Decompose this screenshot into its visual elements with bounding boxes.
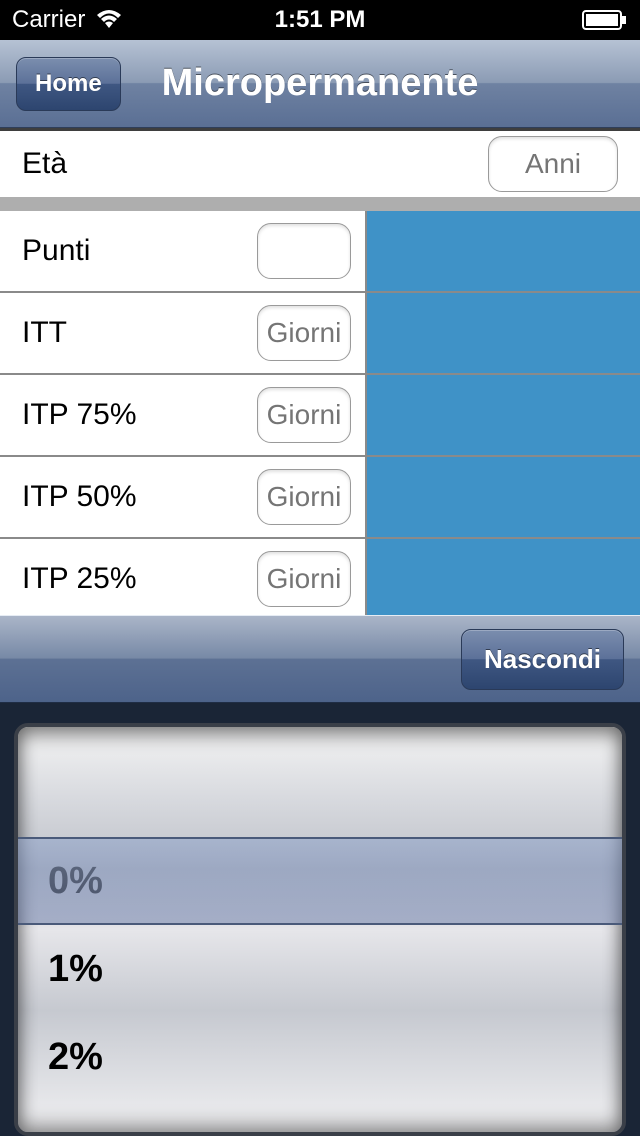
itp50-input[interactable] xyxy=(257,469,351,525)
eta-input[interactable] xyxy=(488,136,618,192)
itp75-label: ITP 75% xyxy=(22,398,137,432)
picker-wheel[interactable]: 0% 1% 2% xyxy=(14,723,626,1136)
status-bar: Carrier 1:51 PM xyxy=(0,0,640,40)
status-left: Carrier xyxy=(12,6,123,34)
itp50-value-cell xyxy=(365,457,640,537)
eta-label: Età xyxy=(22,147,67,181)
itp25-input[interactable] xyxy=(257,551,351,607)
punti-value-cell xyxy=(365,211,640,291)
row-itt: ITT xyxy=(0,293,640,375)
content-area[interactable]: Età Punti ITT ITP 75% ITP 50% xyxy=(0,128,640,615)
itt-input[interactable] xyxy=(257,305,351,361)
carrier-label: Carrier xyxy=(12,6,85,34)
punti-input[interactable] xyxy=(257,223,351,279)
row-itp25: ITP 25% xyxy=(0,539,640,615)
status-time: 1:51 PM xyxy=(275,6,366,34)
row-itp50: ITP 50% xyxy=(0,457,640,539)
nav-bar: Home Micropermanente xyxy=(0,40,640,128)
battery-icon xyxy=(582,10,628,30)
punti-label: Punti xyxy=(22,234,90,268)
itp75-input[interactable] xyxy=(257,387,351,443)
itp25-label: ITP 25% xyxy=(22,562,137,596)
itp75-value-cell xyxy=(365,375,640,455)
picker-option-1[interactable]: 1% xyxy=(18,925,622,1013)
row-itp75: ITP 75% xyxy=(0,375,640,457)
picker-option-2[interactable]: 2% xyxy=(18,1013,622,1101)
itt-label: ITT xyxy=(22,316,67,350)
row-punti: Punti xyxy=(0,211,640,293)
picker-toolbar: Nascondi xyxy=(0,615,640,703)
itp50-label: ITP 50% xyxy=(22,480,137,514)
itt-value-cell xyxy=(365,293,640,373)
page-title: Micropermanente xyxy=(162,62,479,105)
row-eta: Età xyxy=(0,131,640,211)
home-button[interactable]: Home xyxy=(16,57,121,111)
picker-container: 0% 1% 2% xyxy=(0,703,640,1136)
hide-button[interactable]: Nascondi xyxy=(461,629,624,690)
wifi-icon xyxy=(95,10,123,30)
picker-option-0[interactable]: 0% xyxy=(18,837,622,925)
itp25-value-cell xyxy=(365,539,640,615)
